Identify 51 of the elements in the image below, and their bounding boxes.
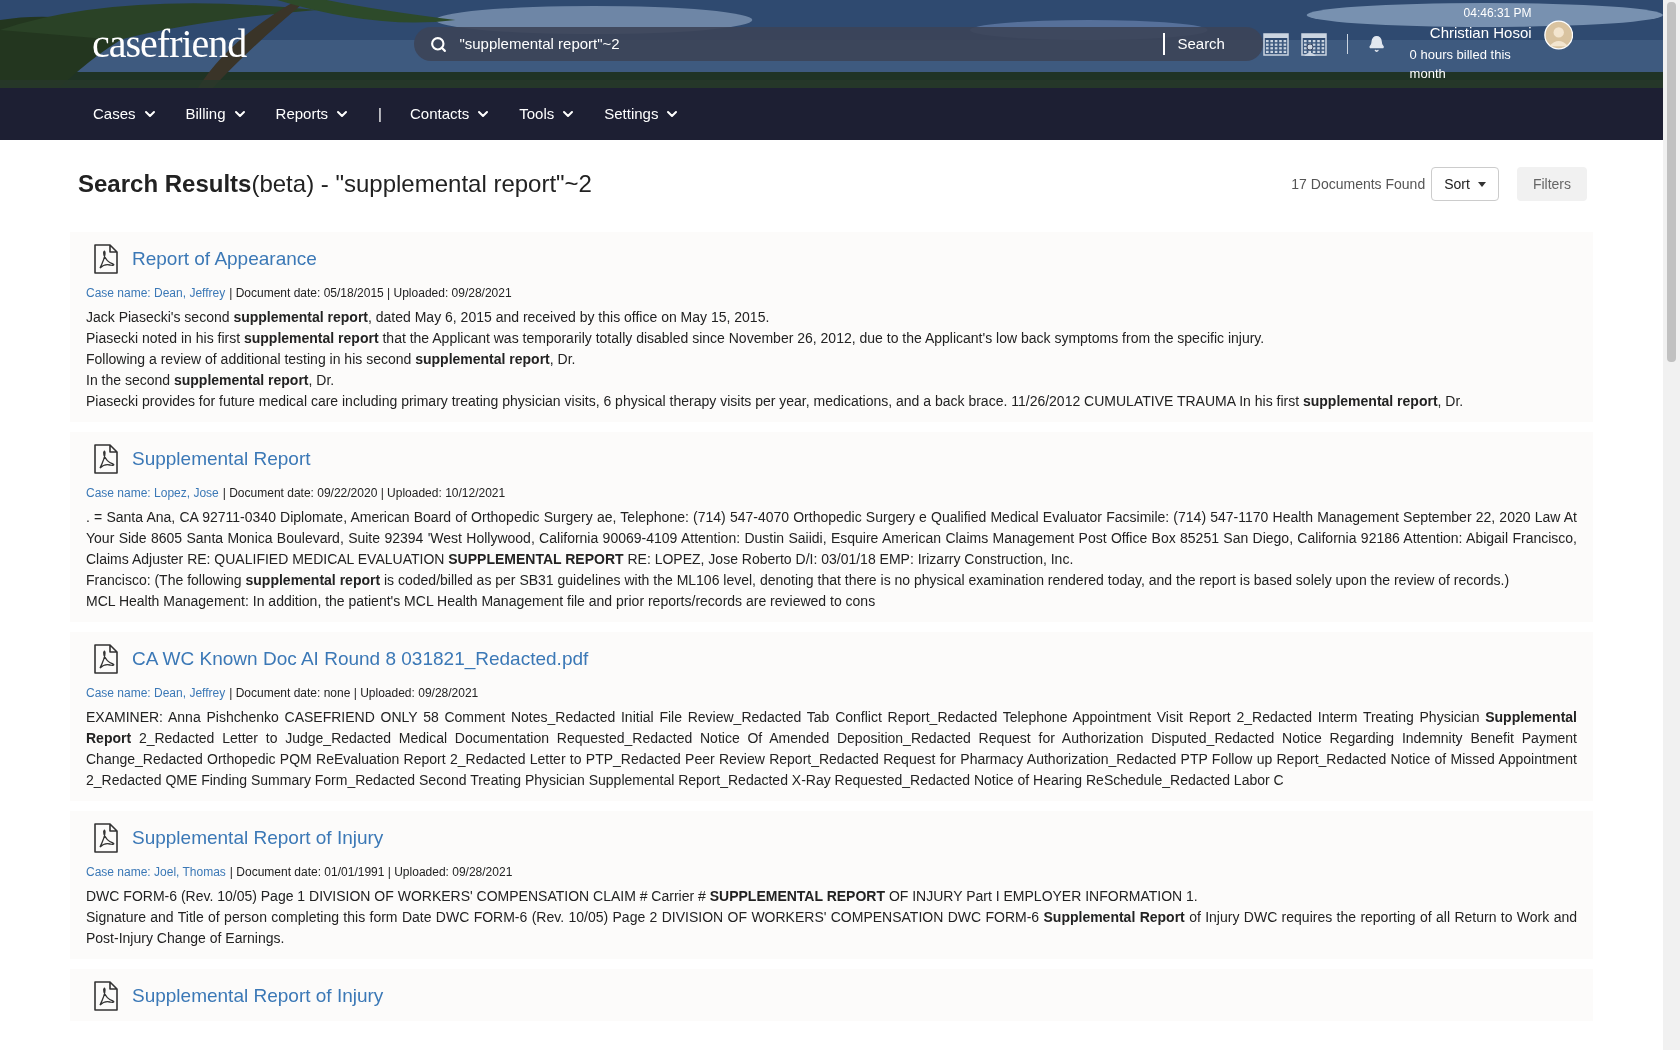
snippet-text: Jack Piasecki's second supplemental report, dated May 6, 2015 and received by this office on May 15, 2015. — [86, 308, 771, 327]
case-name-link[interactable]: Case name: Joel, Thomas — [86, 863, 226, 881]
snippet-text: Signature and Title of person completing this form Date DWC FORM-6 (Rev. 10/05) Page 2 DIVISION OF WORKERS' COMPENSATION DWC FORM-6 Supplemental Report of Injury DWC requires the reporting of all Return to Work and Post-Injury Change of Earnings. — [86, 908, 1577, 948]
logo[interactable]: casefriend — [92, 14, 323, 74]
case-name-link[interactable]: Case name: Dean, Jeffrey — [86, 284, 226, 302]
document-meta: | Document date: 01/01/1991 | Uploaded: 09/28/2021 — [229, 864, 513, 881]
pdf-file-icon — [94, 444, 118, 474]
user-name[interactable]: Christian Hosoi — [1429, 22, 1532, 45]
search-icon — [430, 35, 448, 53]
calendar-icon[interactable] — [1263, 32, 1290, 56]
snippet-text: MCL Health Management: In addition, the patient's MCL Health Management file and prior reports/records are reviewed to cons — [86, 592, 877, 611]
nav-menu[interactable]: Settings — [604, 102, 681, 126]
notification-bell-icon[interactable] — [1368, 34, 1386, 54]
nav-menu[interactable]: Tools — [519, 102, 577, 126]
snippet-text: Francisco: (The following supplemental report is coded/billed as per SB31 guidelines with the ML106 level, denoting that there is no physical examination rendered today, and the report is based solely upon the review of records.) — [86, 571, 1511, 590]
pdf-file-icon — [94, 244, 118, 274]
nav-menu[interactable]: Contacts — [410, 102, 492, 126]
clock-time: 04:46:31 PM — [1463, 5, 1532, 23]
search-button[interactable]: Search — [1165, 27, 1264, 61]
case-name-link[interactable]: Case name: Dean, Jeffrey — [86, 684, 226, 702]
filters-button[interactable]: Filters — [1516, 167, 1587, 201]
snippet-text: Piasecki noted in his first supplemental report that the Applicant was temporarily totally disabled since November 26, 2012, due to the Applicant's low back symptoms from the specific injury. — [86, 329, 1266, 348]
documents-count: 17 Documents Found — [1291, 174, 1426, 194]
nav-menu[interactable]: Billing — [185, 102, 248, 126]
calendar-person-icon[interactable] — [1301, 32, 1328, 56]
sort-button[interactable]: Sort — [1431, 167, 1499, 201]
snippet-text: . = Santa Ana, CA 92711-0340 Diplomate, American Board of Orthopedic Surgery ae, Telephone: (714) 547-4070 Orthopedic Surgery e Qualified Medical Evaluator Facsimile: (714) 547-1170 Health Management September 22, 2020 Law At Your Side 8605 Santa Monica Boulevard, Suite 92394 'West Hollywood, California 90069-4109 Attention: Dustin Saiidi, Esquire American Claims Management Post Office Box 85251 San Diego, California 92186 Attention: Abigail Francisco, Claims Adjuster RE: QUALIFIED MEDICAL EVALUATION SUPPLEMENTAL REPORT RE: LOPEZ, Jose Roberto D/I: 03/01/18 EMP: Irizarry Construction, Inc. — [86, 508, 1577, 569]
pdf-file-icon — [94, 981, 118, 1011]
snippet-text: EXAMINER: Anna Pishchenko CASEFRIEND ONLY 58 Comment Notes_Redacted Initial File Review_Redacted Tab Conflict Report_Redacted Telephone Appointment Visit Report 2_Redacted Interm Treating Physician Supplemental Report 2_Redacted Letter to Judge_Redacted Medical Documentation Requested_Redacted Notice Of Amended Deposition_Redacted Request for Authorization Disputed_Redacted Notice Regarding Indemnity Benefit Payment Change_Redacted Orthopedic PQM ReEvaluation Report 2_Redacted Letter to PTP_Redacted Peer Review Report_Redacted Request for Pharmacy Authorization_Redacted PTP Follow up Report_Redacted Notice of Missed Appointment 2_Redacted QME Finding Summary Form_Redacted Second Treating Physician Supplemental Report_Redacted X-Ray Requested_Redacted Notice of Hearing ReSchedule_Redacted Labor C — [86, 708, 1577, 790]
snippet-text: In the second supplemental report, Dr. — [86, 371, 336, 390]
pdf-file-icon — [94, 644, 118, 674]
nav-separator: | — [378, 103, 382, 124]
pdf-file-icon — [94, 823, 118, 853]
snippet-text: DWC FORM-6 (Rev. 10/05) Page 1 DIVISION OF WORKERS' COMPENSATION CLAIM # Carrier # SUPPLEMENTAL REPORT OF INJURY Part I EMPLOYER INFORMATION 1. — [86, 887, 1199, 906]
document-meta: | Document date: 09/22/2020 | Uploaded: 10/12/2021 — [222, 485, 506, 502]
page-title: Search Results(beta) - "supplemental report"~2 — [77, 169, 592, 199]
document-meta: | Document date: none | Uploaded: 09/28/2021 — [229, 685, 479, 702]
document-meta: | Document date: 05/18/2015 | Uploaded: 09/28/2021 — [229, 285, 512, 302]
document-title-link[interactable]: Supplemental Report of Injury — [132, 981, 384, 1011]
snippet-text: Piasecki provides for future medical care including primary treating physician visits, 6 physical therapy visits per year, medications, and a back brace. 11/26/2012 CUMULATIVE TRAUMA In his first supplemental report, Dr. — [86, 392, 1465, 411]
snippet-text: Following a review of additional testing in his second supplemental report, Dr. — [86, 350, 577, 369]
case-name-link[interactable]: Case name: Lopez, Jose — [86, 484, 219, 502]
document-title-link[interactable]: CA WC Known Doc AI Round 8 031821_Redacted.pdf — [132, 644, 589, 674]
document-title-link[interactable]: Supplemental Report — [132, 444, 311, 474]
nav-menu[interactable]: Reports — [275, 102, 351, 126]
nav-menu[interactable]: Cases — [93, 102, 158, 126]
caret-icon — [1477, 181, 1486, 187]
document-title-link[interactable]: Supplemental Report of Injury — [132, 823, 384, 853]
search-field[interactable]: "supplemental report"~2 Search — [414, 27, 1264, 61]
hours-billed: 0 hours billed this month — [1409, 45, 1512, 84]
document-title-link[interactable]: Report of Appearance — [132, 244, 317, 274]
